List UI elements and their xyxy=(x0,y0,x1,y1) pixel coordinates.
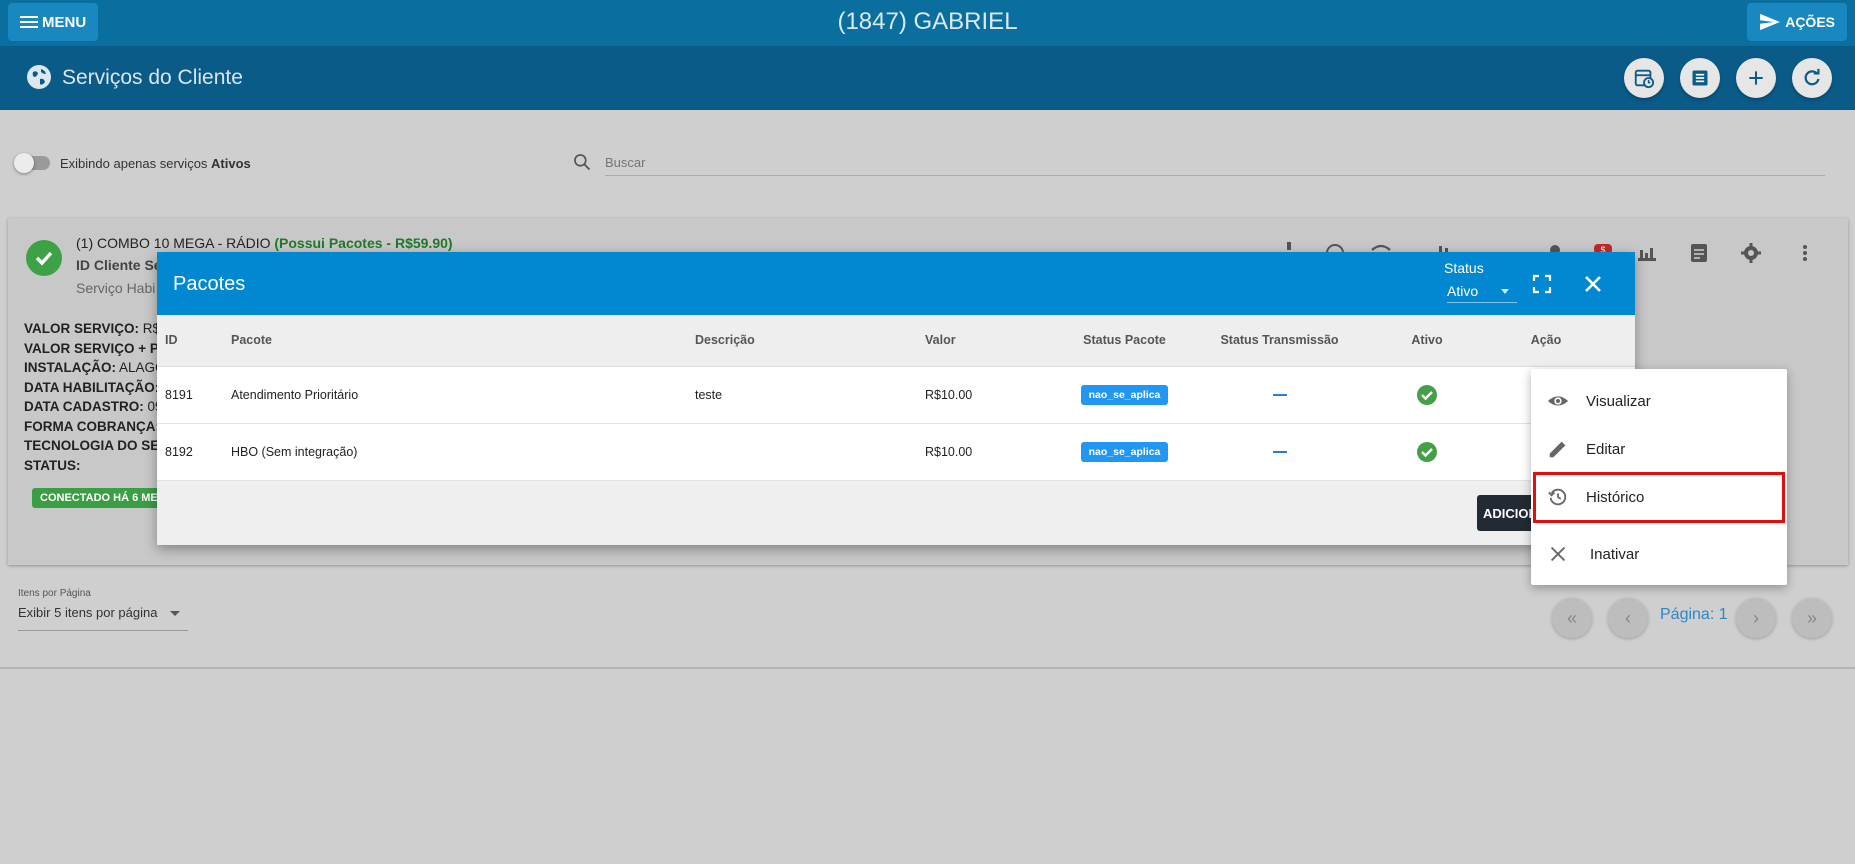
col-status-pacote: Status Pacote xyxy=(1047,315,1202,367)
divider xyxy=(0,667,1855,669)
cell-descricao: teste xyxy=(695,366,925,424)
table-header-row: ID Pacote Descrição Valor Status Pacote … xyxy=(157,315,1635,367)
document-icon[interactable] xyxy=(1688,242,1710,264)
packages-table: ID Pacote Descrição Valor Status Pacote … xyxy=(157,315,1635,481)
cell-ativo xyxy=(1357,423,1497,481)
toggle-label: Exibindo apenas serviços Ativos xyxy=(60,156,251,171)
items-per-page-select[interactable]: Exibir 5 itens por página xyxy=(18,605,188,631)
chevron-down-icon xyxy=(170,611,180,616)
col-id: ID xyxy=(157,315,231,367)
packages-note[interactable]: (Possui Pacotes - R$59.90) xyxy=(274,235,452,251)
cell-id: 8191 xyxy=(157,366,231,424)
detail-line: VALOR SERVIÇO: R$4 xyxy=(24,321,168,336)
cell-status-transmissao xyxy=(1202,366,1357,424)
actions-label: AÇÕES xyxy=(1785,14,1835,30)
close-icon xyxy=(1550,546,1566,562)
refresh-button[interactable] xyxy=(1792,58,1832,98)
last-page-button[interactable]: » xyxy=(1792,598,1832,638)
col-pacote: Pacote xyxy=(231,315,695,367)
gear-icon[interactable] xyxy=(1740,242,1762,264)
stats-icon[interactable] xyxy=(1636,242,1658,264)
schedule-button[interactable] xyxy=(1624,58,1664,98)
search-icon xyxy=(574,154,591,171)
status-chip: nao_se_aplica xyxy=(1080,384,1169,405)
cell-valor: R$10.00 xyxy=(925,366,1047,424)
menu-item-visualizar[interactable]: Visualizar xyxy=(1531,379,1787,423)
modal-title: Pacotes xyxy=(173,273,246,295)
service-details: VALOR SERVIÇO: R$4 VALOR SERVIÇO + PA IN… xyxy=(24,319,169,475)
items-per-page-label: Itens por Página xyxy=(18,588,91,599)
eye-icon xyxy=(1547,396,1569,406)
prev-page-button[interactable]: ‹ xyxy=(1608,598,1648,638)
double-chevron-left-icon: « xyxy=(1566,607,1577,628)
cell-status-pacote: nao_se_aplica xyxy=(1047,423,1202,481)
detail-line: DATA CADASTRO: 09 xyxy=(24,399,163,414)
detail-line: DATA HABILITAÇÃO: xyxy=(24,379,160,395)
detail-line: STATUS: xyxy=(24,457,81,473)
col-status-transmissao: Status Transmissão xyxy=(1202,315,1357,367)
service-enabled-text: Serviço Habi xyxy=(76,280,156,296)
table-row: 8192 HBO (Sem integração) R$10.00 nao_se… xyxy=(157,423,1635,481)
globe-icon xyxy=(27,65,51,89)
cell-ativo xyxy=(1357,366,1497,424)
client-service-id: ID Cliente Se xyxy=(76,257,162,273)
add-icon xyxy=(1749,71,1763,85)
calendar-clock-icon xyxy=(1634,69,1655,89)
cell-pacote: HBO (Sem integração) xyxy=(231,423,695,481)
page-indicator: Página: 1 xyxy=(1660,606,1728,623)
col-acao: Ação xyxy=(1497,315,1635,367)
status-filter-label: Status xyxy=(1444,260,1484,276)
cell-status-pacote: nao_se_aplica xyxy=(1047,366,1202,424)
actions-button[interactable]: AÇÕES xyxy=(1747,3,1847,41)
fullscreen-icon[interactable] xyxy=(1532,274,1552,294)
client-title: (1847) GABRIEL xyxy=(837,8,1018,35)
list-icon xyxy=(1692,70,1708,86)
check-circle-icon xyxy=(1417,384,1437,405)
check-circle-icon xyxy=(1417,441,1437,462)
chevron-down-icon xyxy=(1501,289,1509,294)
first-page-button[interactable]: « xyxy=(1552,598,1592,638)
cell-id: 8192 xyxy=(157,423,231,481)
col-descricao: Descrição xyxy=(695,315,925,367)
status-filter-select[interactable]: Ativo xyxy=(1447,283,1517,303)
detail-line: FORMA COBRANÇA: xyxy=(24,418,160,434)
col-valor: Valor xyxy=(925,315,1047,367)
pencil-icon xyxy=(1549,441,1566,458)
close-icon[interactable] xyxy=(1583,274,1603,294)
more-vertical-icon[interactable] xyxy=(1794,242,1816,264)
detail-line: VALOR SERVIÇO + PA xyxy=(24,340,168,356)
refresh-icon xyxy=(1804,68,1820,86)
cell-pacote: Atendimento Prioritário xyxy=(231,366,695,424)
page-title: Serviços do Cliente xyxy=(62,66,243,89)
service-title: (1) COMBO 10 MEGA - RÁDIO (Possui Pacote… xyxy=(76,235,453,251)
col-ativo: Ativo xyxy=(1357,315,1497,367)
detail-line: INSTALAÇÃO: ALAGC xyxy=(24,360,165,375)
top-bar: MENU (1847) GABRIEL AÇÕES xyxy=(0,0,1855,46)
menu-item-inativar[interactable]: Inativar xyxy=(1531,532,1787,576)
add-package-button[interactable]: ADICIONAR xyxy=(1477,495,1537,531)
modal-header: Pacotes Status Ativo xyxy=(157,252,1635,315)
cell-status-transmissao xyxy=(1202,423,1357,481)
active-only-toggle[interactable] xyxy=(14,153,50,173)
cell-valor: R$10.00 xyxy=(925,423,1047,481)
cell-descricao xyxy=(695,423,925,481)
dash-icon xyxy=(1272,394,1287,397)
double-chevron-right-icon: » xyxy=(1806,607,1817,628)
dash-icon xyxy=(1272,451,1287,454)
search-input[interactable] xyxy=(605,150,1825,176)
send-icon xyxy=(1760,13,1781,31)
next-page-button[interactable]: › xyxy=(1736,598,1776,638)
highlight-box xyxy=(1533,472,1785,523)
list-button[interactable] xyxy=(1680,58,1720,98)
detail-line: TECNOLOGIA DO SER xyxy=(24,438,170,453)
packages-modal: Pacotes Status Ativo ID Pacote Descrição… xyxy=(157,252,1635,545)
table-row: 8191 Atendimento Prioritário teste R$10.… xyxy=(157,366,1635,424)
add-service-button[interactable] xyxy=(1736,58,1776,98)
menu-item-editar[interactable]: Editar xyxy=(1531,427,1787,471)
chevron-left-icon: ‹ xyxy=(1625,607,1631,628)
active-check-icon xyxy=(26,240,62,276)
chevron-right-icon: › xyxy=(1753,607,1759,628)
page-header: Serviços do Cliente xyxy=(0,46,1855,110)
status-chip: nao_se_aplica xyxy=(1080,441,1169,462)
